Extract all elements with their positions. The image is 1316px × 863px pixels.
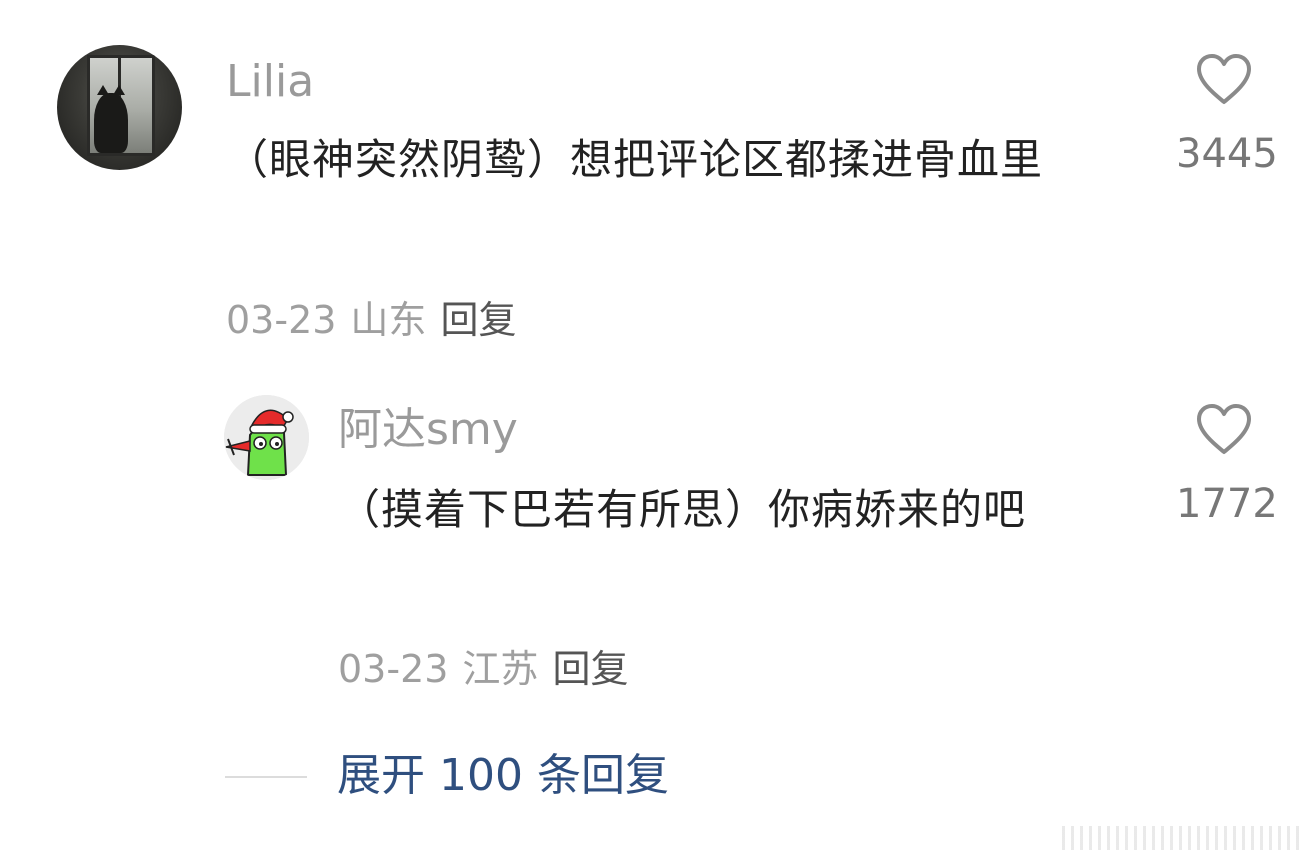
comment-meta: 03-23 山东 回复 [226,301,516,339]
home-indicator [1062,826,1302,850]
heart-outline-icon [1197,54,1251,104]
reply-date: 03-23 [338,647,449,691]
comment-like-button[interactable]: 3445 [1176,52,1278,177]
reply-location: 江苏 [462,647,539,691]
comment-location: 山东 [350,298,427,342]
avatar[interactable] [57,45,182,170]
frog-santa-hat-avatar-icon [224,395,309,480]
comment-username[interactable]: Lilia [226,60,314,104]
comment-like-count: 3445 [1176,131,1278,177]
reply-avatar[interactable] [224,395,309,480]
reply-like-button[interactable]: 1772 [1176,402,1278,527]
expand-replies-button[interactable]: 展开 100 条回复 [337,754,669,798]
reply-text: （摸着下巴若有所思）你病娇来的吧 [338,485,1027,534]
reply-meta: 03-23 江苏 回复 [338,650,628,688]
reply-like-count: 1772 [1176,481,1278,527]
heart-outline-icon [1197,404,1251,454]
reply-reply-button[interactable]: 回复 [552,647,628,691]
comment-text: （眼神突然阴鸷）想把评论区都揉进骨血里 [226,135,1044,184]
comment-date: 03-23 [226,298,337,342]
divider-line [225,776,307,778]
reply-username[interactable]: 阿达smy [338,408,518,452]
cat-silhouette [94,85,128,153]
comment-reply-button[interactable]: 回复 [440,298,516,342]
